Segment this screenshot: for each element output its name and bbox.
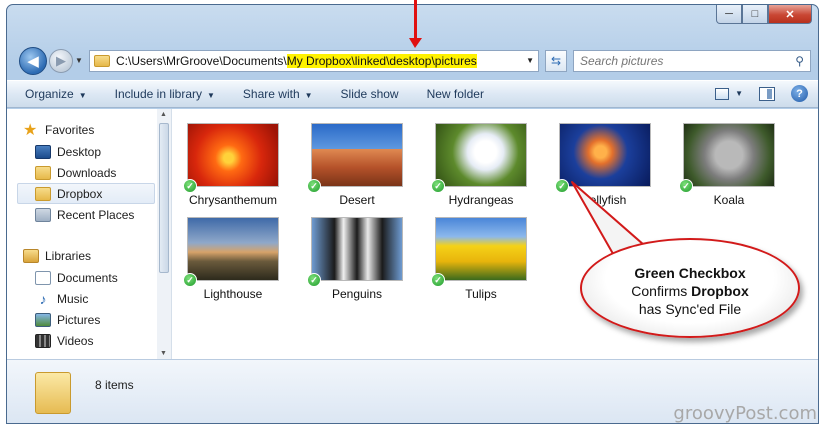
search-icon[interactable]: ⚲ xyxy=(795,54,804,68)
chevron-down-icon: ▼ xyxy=(735,89,743,98)
file-name: Lighthouse xyxy=(203,287,263,301)
file-list: ✓ Chrysanthemum ✓ Desert ✓ Hydrangeas ✓ … xyxy=(173,109,818,359)
image-thumbnail xyxy=(683,123,775,187)
search-box[interactable]: ⚲ xyxy=(573,50,811,72)
image-thumbnail xyxy=(435,123,527,187)
nav-scrollbar[interactable]: ▲ ▼ xyxy=(157,109,171,359)
maximize-button[interactable]: □ xyxy=(742,5,768,24)
sync-check-icon: ✓ xyxy=(307,273,321,287)
image-thumbnail xyxy=(311,123,403,187)
recent-places-icon xyxy=(35,207,51,222)
sync-check-icon: ✓ xyxy=(431,273,445,287)
image-thumbnail xyxy=(187,217,279,281)
image-thumbnail xyxy=(187,123,279,187)
new-folder-button[interactable]: New folder xyxy=(427,87,484,101)
watermark: groovyPost.com xyxy=(673,403,817,424)
recent-pages-dropdown[interactable]: ▼ xyxy=(75,56,83,65)
nav-item-recent-places[interactable]: Recent Places xyxy=(35,204,134,225)
nav-item-videos[interactable]: Videos xyxy=(35,330,93,351)
nav-libraries[interactable]: Libraries xyxy=(23,245,91,266)
file-name: Penguins xyxy=(331,287,383,301)
path-prefix: C:\Users\MrGroove\Documents\ xyxy=(116,54,287,68)
toolbar-right: ▼ ? xyxy=(715,85,808,102)
forward-button[interactable]: ▶ xyxy=(49,49,73,73)
sync-check-icon: ✓ xyxy=(679,179,693,193)
file-name: Jellyfish xyxy=(583,193,627,207)
caption-buttons: ─ □ ✕ xyxy=(716,5,812,24)
share-with-menu[interactable]: Share with ▼ xyxy=(243,87,313,101)
item-count: 8 items xyxy=(95,378,134,392)
nav-item-downloads[interactable]: Downloads xyxy=(35,162,116,183)
change-view-button[interactable]: ▼ xyxy=(715,87,743,100)
image-thumbnail xyxy=(435,217,527,281)
file-name: Desert xyxy=(339,193,375,207)
scrollbar-thumb[interactable] xyxy=(159,123,169,273)
navigation-pane: ★ Favorites Desktop Downloads Dropbox Rec… xyxy=(7,109,172,359)
folder-icon xyxy=(94,55,110,67)
sync-check-icon: ✓ xyxy=(431,179,445,193)
videos-icon xyxy=(35,333,51,348)
sync-check-icon: ✓ xyxy=(555,179,569,193)
sync-check-icon: ✓ xyxy=(183,273,197,287)
nav-item-desktop[interactable]: Desktop xyxy=(35,141,101,162)
help-icon[interactable]: ? xyxy=(791,85,808,102)
scroll-down-icon[interactable]: ▼ xyxy=(160,350,167,357)
navigation-bar: ◀ ▶ ▼ C:\Users\MrGroove\Documents\My Dro… xyxy=(15,46,812,76)
refresh-button[interactable]: ⇆ xyxy=(545,50,567,72)
scroll-up-icon[interactable]: ▲ xyxy=(160,111,167,118)
minimize-button[interactable]: ─ xyxy=(716,5,742,24)
arrow-right-icon: ▶ xyxy=(56,53,66,68)
documents-icon xyxy=(35,270,51,285)
image-thumbnail xyxy=(559,123,651,187)
image-thumbnail xyxy=(311,217,403,281)
view-icon xyxy=(715,87,730,100)
refresh-icon: ⇆ xyxy=(550,54,562,68)
explorer-window: ─ □ ✕ ◀ ▶ ▼ C:\Users\MrGroove\Documents\… xyxy=(6,4,819,424)
chevron-down-icon: ▼ xyxy=(78,91,87,100)
dropbox-folder-icon xyxy=(35,186,51,201)
arrow-left-icon: ◀ xyxy=(27,53,39,70)
music-icon: ♪ xyxy=(39,290,47,307)
sync-check-icon: ✓ xyxy=(307,179,321,193)
file-name: Chrysanthemum xyxy=(188,193,278,207)
chevron-down-icon: ▼ xyxy=(304,91,313,100)
downloads-folder-icon xyxy=(35,165,51,180)
desktop-icon xyxy=(35,144,51,159)
search-input[interactable] xyxy=(580,54,780,68)
nav-item-dropbox[interactable]: Dropbox xyxy=(17,183,155,204)
file-name: Tulips xyxy=(465,287,497,301)
nav-favorites[interactable]: ★ Favorites xyxy=(23,119,94,140)
sync-check-icon: ✓ xyxy=(183,179,197,193)
command-bar: Organize ▼ Include in library ▼ Share with… xyxy=(7,80,818,108)
address-bar[interactable]: C:\Users\MrGroove\Documents\My Dropbox\l… xyxy=(89,50,539,72)
include-in-library-menu[interactable]: Include in library ▼ xyxy=(115,87,215,101)
nav-item-music[interactable]: ♪ Music xyxy=(35,288,89,309)
preview-pane-icon[interactable] xyxy=(759,86,775,101)
libraries-icon xyxy=(23,248,39,263)
slide-show-button[interactable]: Slide show xyxy=(341,87,399,101)
annotation-arrow xyxy=(409,0,422,48)
file-name: Koala xyxy=(713,193,745,207)
chevron-down-icon: ▼ xyxy=(207,91,215,100)
address-dropdown[interactable]: ▼ xyxy=(526,56,534,65)
star-icon: ★ xyxy=(23,121,38,139)
content-area: ★ Favorites Desktop Downloads Dropbox Rec… xyxy=(7,109,818,359)
close-button[interactable]: ✕ xyxy=(768,5,812,24)
back-button[interactable]: ◀ xyxy=(19,47,47,75)
address-path[interactable]: C:\Users\MrGroove\Documents\My Dropbox\l… xyxy=(116,54,477,68)
folder-icon xyxy=(35,372,71,414)
nav-item-documents[interactable]: Documents xyxy=(35,267,118,288)
nav-item-pictures[interactable]: Pictures xyxy=(35,309,100,330)
path-highlight: My Dropbox\linked\desktop\pictures xyxy=(286,54,477,68)
file-name: Hydrangeas xyxy=(448,193,514,207)
pictures-icon xyxy=(35,312,51,327)
organize-menu[interactable]: Organize ▼ xyxy=(25,87,87,101)
